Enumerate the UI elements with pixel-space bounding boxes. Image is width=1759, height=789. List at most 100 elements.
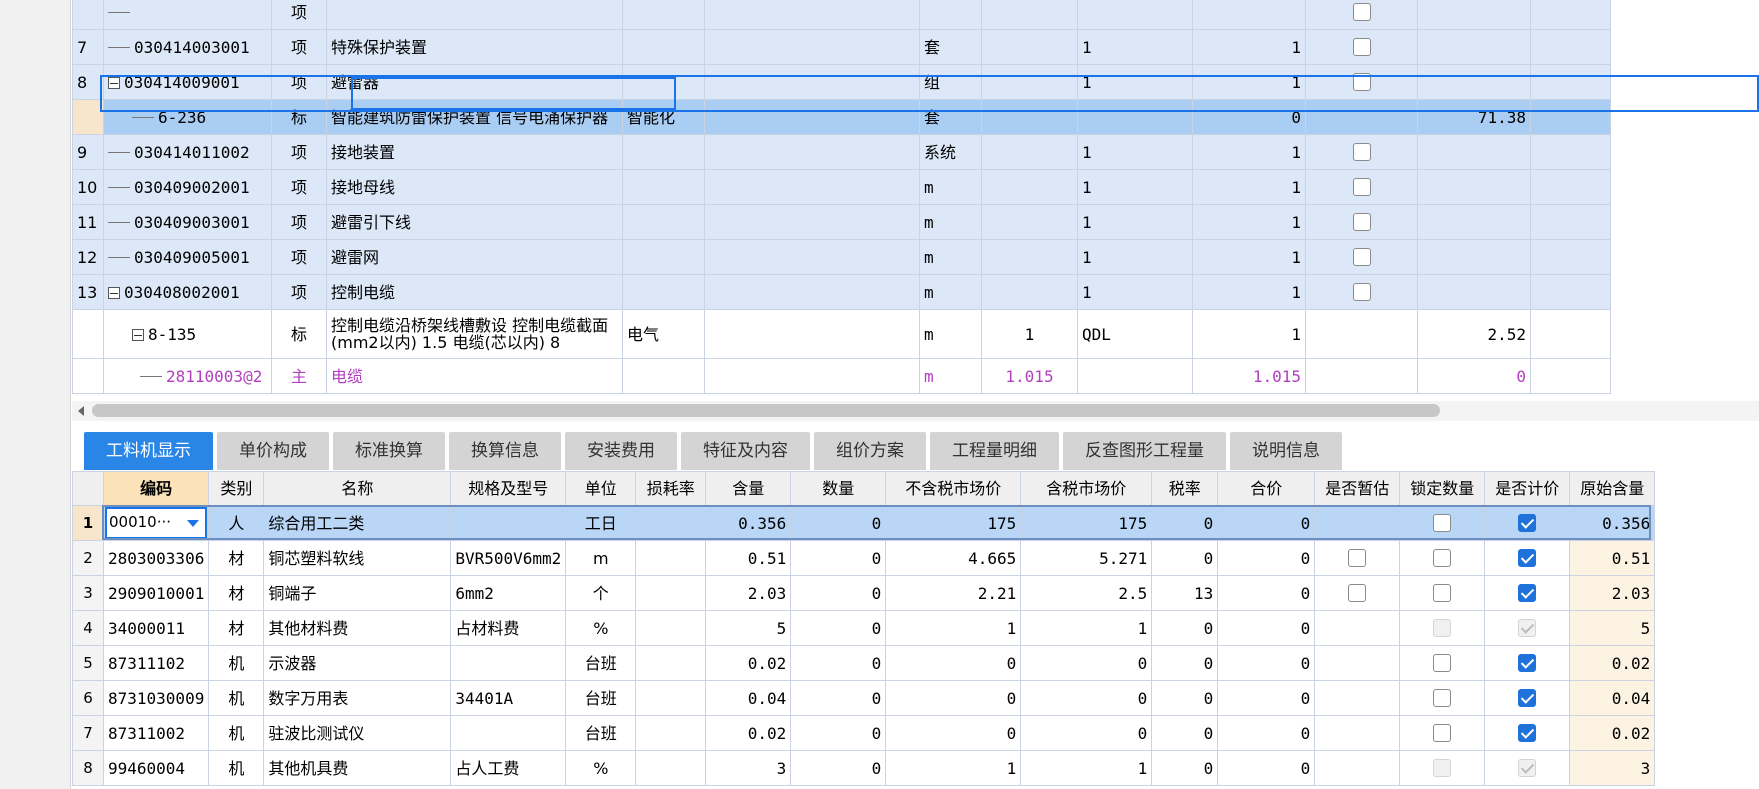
column-header[interactable]: 税率 [1151,471,1219,506]
code-cell[interactable]: 34000011 [102,610,210,646]
column-header[interactable]: 含量 [705,471,792,506]
column-header[interactable]: 单位 [565,471,637,506]
resource-row[interactable]: 5 87311102 机示波器 台班 0.02 0 0 0 0 0 0.02 [72,645,1656,681]
code-cell[interactable]: 030409003001 [103,204,272,240]
provisional-cell[interactable] [1314,750,1401,786]
dropdown-arrow-icon[interactable] [187,520,200,527]
provisional-cell[interactable] [1314,540,1401,576]
column-header[interactable]: 锁定数量 [1399,471,1486,506]
check-cell[interactable] [1305,358,1418,394]
column-header[interactable]: 合价 [1217,471,1316,506]
bill-row[interactable]: 9 030414011002 项接地装置 系统 1 1 [72,134,1611,170]
lock-qty-cell[interactable] [1399,715,1486,751]
check-cell[interactable] [1305,64,1418,100]
name-cell[interactable]: 避雷引下线 [326,204,623,240]
horizontal-scrollbar[interactable] [72,401,1759,421]
lock-qty-cell[interactable] [1399,750,1486,786]
priced-cell[interactable] [1484,540,1571,576]
content-cell[interactable]: 2.03 [705,575,792,611]
bill-row[interactable]: 项 [72,0,1611,30]
name-cell[interactable] [326,0,623,30]
column-header[interactable]: 类别 [208,471,265,506]
priced-cell[interactable] [1484,575,1571,611]
column-header[interactable]: 名称 [263,471,452,506]
name-cell[interactable]: 铜端子 [263,575,452,611]
column-header[interactable]: 损耗率 [635,471,707,506]
resource-row[interactable]: 7 87311002 机驻波比测试仪 台班 0.02 0 0 0 0 0 0.02 [72,715,1656,751]
tab-5[interactable]: 特征及内容 [681,432,810,470]
check-cell[interactable] [1305,274,1418,310]
bill-item-grid[interactable]: 项 7 030414003001 项特殊保护装置套 1 1 8 030414009001 项避雷… [72,0,1759,394]
row-checkbox[interactable] [1352,73,1371,92]
code-cell[interactable]: 030414009001 [103,64,272,100]
bill-row[interactable]: 8-135 标控制电缆沿桥架线槽敷设 控制电缆截面 (mm2以内) 1.5 电缆(芯… [72,309,1611,359]
code-cell[interactable]: 8-135 [103,309,272,359]
column-header[interactable]: 是否计价 [1484,471,1571,506]
name-cell[interactable]: 智能建筑防雷保护装置 信号电涌保护器 [326,99,623,135]
lock-qty-cell[interactable] [1399,575,1486,611]
collapse-icon[interactable] [132,329,144,341]
collapse-icon[interactable] [108,77,120,89]
column-header[interactable]: 编码 [102,471,210,506]
code-cell[interactable]: 030414003001 [103,29,272,65]
content-cell[interactable]: 0.04 [705,680,792,716]
priced-cell[interactable] [1484,680,1571,716]
scroll-left-icon[interactable] [78,406,84,416]
row-checkbox[interactable] [1352,178,1371,197]
name-cell[interactable]: 铜芯塑料软线 [263,540,452,576]
bill-row[interactable]: 13 030408002001 项控制电缆 m 1 1 [72,274,1611,310]
bill-row[interactable]: 7 030414003001 项特殊保护装置 套 1 1 [72,29,1611,65]
tab-9[interactable]: 说明信息 [1230,432,1342,470]
code-cell[interactable]: 8731030009 [102,680,210,716]
row-checkbox[interactable] [1352,38,1371,57]
collapse-icon[interactable] [108,287,120,299]
row-checkbox[interactable] [1352,213,1371,232]
priced-cell[interactable] [1484,645,1571,681]
name-cell[interactable]: 其他材料费 [263,610,452,646]
resource-row[interactable]: 4 34000011 材其他材料费 占材料费% 5 0 1 1 0 0 5 [72,610,1656,646]
code-cell[interactable]: 28110003@2 [103,358,272,394]
name-cell[interactable]: 避雷网 [326,239,623,275]
lock-qty-cell[interactable] [1399,610,1486,646]
tab-0[interactable]: 工料机显示 [84,432,213,470]
content-cell[interactable]: 0.02 [705,645,792,681]
content-cell[interactable]: 0.51 [705,540,792,576]
priced-checkbox[interactable] [1518,549,1537,568]
lock-qty-cell[interactable] [1399,505,1486,541]
check-cell[interactable] [1305,134,1418,170]
provisional-checkbox[interactable] [1348,549,1367,568]
bill-row[interactable]: 28110003@2 主电缆 m 1.015 1.015 0 [72,358,1611,394]
name-cell[interactable]: 电缆 [326,358,623,394]
column-header[interactable]: 含税市场价 [1020,471,1153,506]
lock-qty-checkbox[interactable] [1433,584,1452,603]
code-cell[interactable]: 030409005001 [103,239,272,275]
lock-qty-checkbox[interactable] [1433,514,1452,533]
code-cell[interactable]: 87311002 [102,715,210,751]
code-cell[interactable]: 030414011002 [103,134,272,170]
check-cell[interactable] [1305,0,1418,30]
lock-qty-checkbox[interactable] [1433,724,1452,743]
name-cell[interactable]: 控制电缆沿桥架线槽敷设 控制电缆截面 (mm2以内) 1.5 电缆(芯以内) 8 [326,309,623,359]
tab-3[interactable]: 换算信息 [449,432,561,470]
row-checkbox[interactable] [1352,283,1371,302]
name-cell[interactable]: 综合用工二类 [263,505,452,541]
code-cell[interactable]: 6-236 [103,99,272,135]
code-cell[interactable]: 87311102 [102,645,210,681]
resource-row[interactable]: 6 8731030009 机数字万用表 34401A 台班 0.04 0 0 0 0 0 0.04 [72,680,1656,716]
lock-qty-cell[interactable] [1399,540,1486,576]
lock-qty-cell[interactable] [1399,645,1486,681]
content-cell[interactable]: 0.356 [705,505,792,541]
code-cell[interactable]: 2803003306 [102,540,210,576]
bill-row[interactable]: 11 030409003001 项避雷引下线 m 1 1 [72,204,1611,240]
code-cell[interactable] [103,0,272,30]
name-cell[interactable]: 特殊保护装置 [326,29,623,65]
resource-row[interactable]: 3 2909010001 材铜端子 6mm2 个 2.03 0 2.21 2.5 13 0 2.03 [72,575,1656,611]
code-cell[interactable]: 030409002001 [103,169,272,205]
name-cell[interactable]: 控制电缆 [326,274,623,310]
tab-1[interactable]: 单价构成 [217,432,329,470]
check-cell[interactable] [1305,99,1418,135]
provisional-checkbox[interactable] [1348,584,1367,603]
column-header[interactable]: 规格及型号 [450,471,567,506]
content-cell[interactable]: 5 [705,610,792,646]
priced-cell[interactable] [1484,610,1571,646]
